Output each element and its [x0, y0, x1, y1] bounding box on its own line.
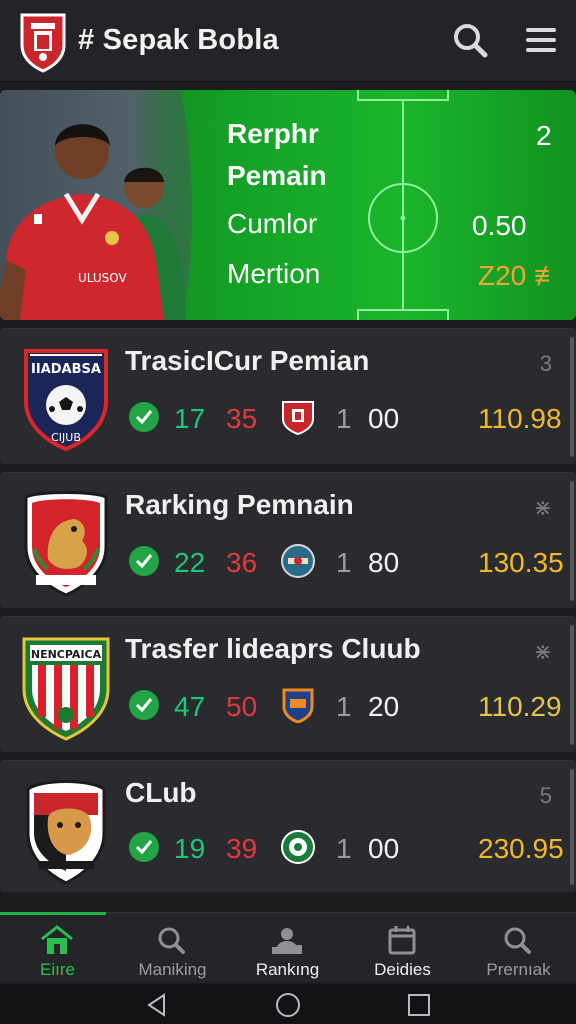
hero-stat-label-2: Mertion	[227, 258, 321, 289]
score-value: 20	[368, 691, 400, 722]
check-icon	[129, 546, 159, 576]
hero-rank-value: 2	[536, 120, 552, 151]
svg-text:ULUSOV: ULUSOV	[78, 271, 128, 285]
hamburger-menu-icon[interactable]	[520, 20, 560, 60]
nav-label: Deidies	[374, 960, 431, 979]
red-crest-icon	[282, 401, 314, 435]
card-rank: 3	[539, 351, 552, 376]
losses-count: 36	[226, 547, 258, 578]
score-value: 00	[368, 403, 400, 434]
tiger-crest-icon	[26, 780, 106, 885]
nav-item-deidies[interactable]: Deidies	[345, 913, 460, 983]
scroll-indicator	[570, 481, 574, 601]
nav-item-premium[interactable]: Prernıak	[461, 913, 576, 983]
hero-stat-value-1: 0.50	[472, 210, 527, 241]
list-item[interactable]: Rarking Pemnain ⋇ 22 36 1 80 130.35	[0, 472, 576, 608]
losses-count: 35	[226, 403, 258, 434]
nav-item-home[interactable]: Eiıre	[0, 913, 115, 983]
calendar-icon	[388, 926, 416, 955]
nav-label: Eiıre	[40, 960, 75, 979]
app-title: # Sepak Bobla	[78, 24, 279, 56]
hero-stat-value-2: Z20 ≢	[478, 260, 563, 291]
badge-text: NENCPAICA	[31, 648, 102, 661]
matches-count: 1	[336, 833, 352, 864]
stat-row: 19 39 1 00 230.95	[128, 827, 564, 867]
ranking-icon	[272, 928, 302, 954]
total-value: 110.29	[478, 691, 562, 722]
top-app-bar: # Sepak Bobla	[0, 0, 576, 82]
badge-subtext: CIJUB	[51, 431, 81, 444]
scroll-indicator	[570, 337, 574, 457]
lion-crest-icon	[24, 491, 108, 597]
club-badge-icon: IIADABSA CIJUB	[24, 349, 108, 452]
card-rank: 5	[539, 783, 552, 808]
club-crest-logo[interactable]	[18, 11, 68, 73]
card-title: CLub	[125, 777, 197, 808]
scroll-indicator	[570, 769, 574, 885]
hero-stat-label-1: Cumlor	[227, 208, 318, 239]
wins-count: 19	[174, 833, 206, 864]
bottom-navigation: Eiıre Maniking Rankıng Deidies Prernıak	[0, 912, 576, 982]
wins-count: 22	[174, 547, 206, 578]
card-title: Rarking Pemnain	[125, 489, 354, 520]
nav-label: Prernıak	[486, 960, 551, 979]
green-crest-icon	[281, 830, 315, 864]
matches-count: 1	[336, 547, 352, 578]
card-rank: ⋇	[533, 639, 552, 664]
wins-count: 47	[174, 691, 206, 722]
total-value: 110.98	[478, 403, 562, 434]
total-value: 230.95	[478, 833, 564, 864]
home-button-icon[interactable]	[275, 992, 301, 1018]
matches-count: 1	[336, 403, 352, 434]
stat-row: 17 35 1 00 110.98	[128, 397, 562, 437]
orange-crest-icon	[282, 688, 314, 723]
scroll-indicator	[570, 625, 574, 745]
search-icon[interactable]	[450, 20, 490, 60]
card-rank: ⋇	[533, 495, 552, 520]
wins-count: 17	[174, 403, 206, 434]
system-navigation-bar	[0, 984, 576, 1024]
round-crest-icon	[281, 544, 315, 578]
search-icon	[158, 927, 185, 954]
search-icon	[504, 927, 531, 954]
card-title: Trasfer lideaprs Cluub	[125, 633, 421, 664]
stat-row: 22 36 1 80 130.35	[128, 541, 564, 581]
matches-count: 1	[336, 691, 352, 722]
nav-label: Maniking	[138, 960, 207, 979]
list-item[interactable]: IIADABSA CIJUB TrasicICur Pemian 3 17 35…	[0, 328, 576, 464]
home-icon	[41, 925, 73, 954]
recents-icon[interactable]	[406, 992, 432, 1018]
featured-player-banner[interactable]: ULUSOV Rerphr Pemain Cumlor Mertion 2 0.…	[0, 90, 576, 320]
check-icon	[129, 832, 159, 862]
striped-crest-icon: NENCPAICA	[22, 637, 110, 741]
stat-row: 47 50 1 20 110.29	[128, 685, 562, 725]
nav-item-ranking[interactable]: Rankıng	[230, 913, 345, 983]
check-icon	[129, 690, 159, 720]
hero-title-line2: Pemain	[227, 160, 327, 191]
badge-text: IIADABSA	[31, 362, 101, 377]
total-value: 130.35	[478, 547, 564, 578]
list-item[interactable]: CLub 5 19 39 1 00 230.95	[0, 760, 576, 892]
player-photo: ULUSOV	[0, 90, 192, 320]
check-icon	[129, 402, 159, 432]
losses-count: 50	[226, 691, 258, 722]
card-title: TrasicICur Pemian	[125, 345, 370, 376]
score-value: 00	[368, 833, 400, 864]
losses-count: 39	[226, 833, 258, 864]
list-item[interactable]: NENCPAICA Trasfer lideaprs Cluub ⋇ 47 50…	[0, 616, 576, 752]
score-value: 80	[368, 547, 400, 578]
back-icon[interactable]	[144, 992, 170, 1018]
nav-item-maniking[interactable]: Maniking	[115, 913, 230, 983]
nav-label: Rankıng	[255, 960, 320, 979]
hero-title-line1: Rerphr	[227, 118, 319, 149]
